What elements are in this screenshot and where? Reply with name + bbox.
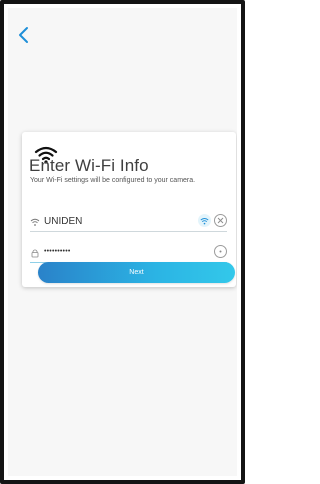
page-title: Enter Wi-Fi Info — [29, 156, 149, 175]
ssid-field[interactable]: UNIDEN — [30, 214, 227, 232]
show-password-button[interactable] — [214, 245, 227, 258]
chevron-left-icon — [19, 27, 28, 43]
device-frame: Enter Wi-Fi Info Your Wi-Fi settings wil… — [0, 0, 245, 484]
password-field[interactable]: •••••••••• — [30, 245, 227, 263]
clear-icon — [217, 217, 224, 224]
wifi-setup-card: Enter Wi-Fi Info Your Wi-Fi settings wil… — [22, 132, 236, 287]
app-screen: Enter Wi-Fi Info Your Wi-Fi settings wil… — [8, 8, 237, 476]
eye-icon — [219, 250, 222, 253]
back-button[interactable] — [14, 24, 32, 46]
ssid-value: UNIDEN — [44, 216, 83, 227]
lock-icon — [31, 249, 39, 258]
wifi-connected-icon — [200, 217, 209, 224]
wifi-network-status[interactable] — [198, 214, 211, 227]
password-value: •••••••••• — [44, 248, 71, 255]
clear-ssid-button[interactable] — [214, 214, 227, 227]
wifi-icon — [30, 218, 40, 226]
page-subtitle: Your Wi-Fi settings will be configured t… — [30, 177, 196, 184]
next-button[interactable]: Next — [38, 262, 235, 283]
